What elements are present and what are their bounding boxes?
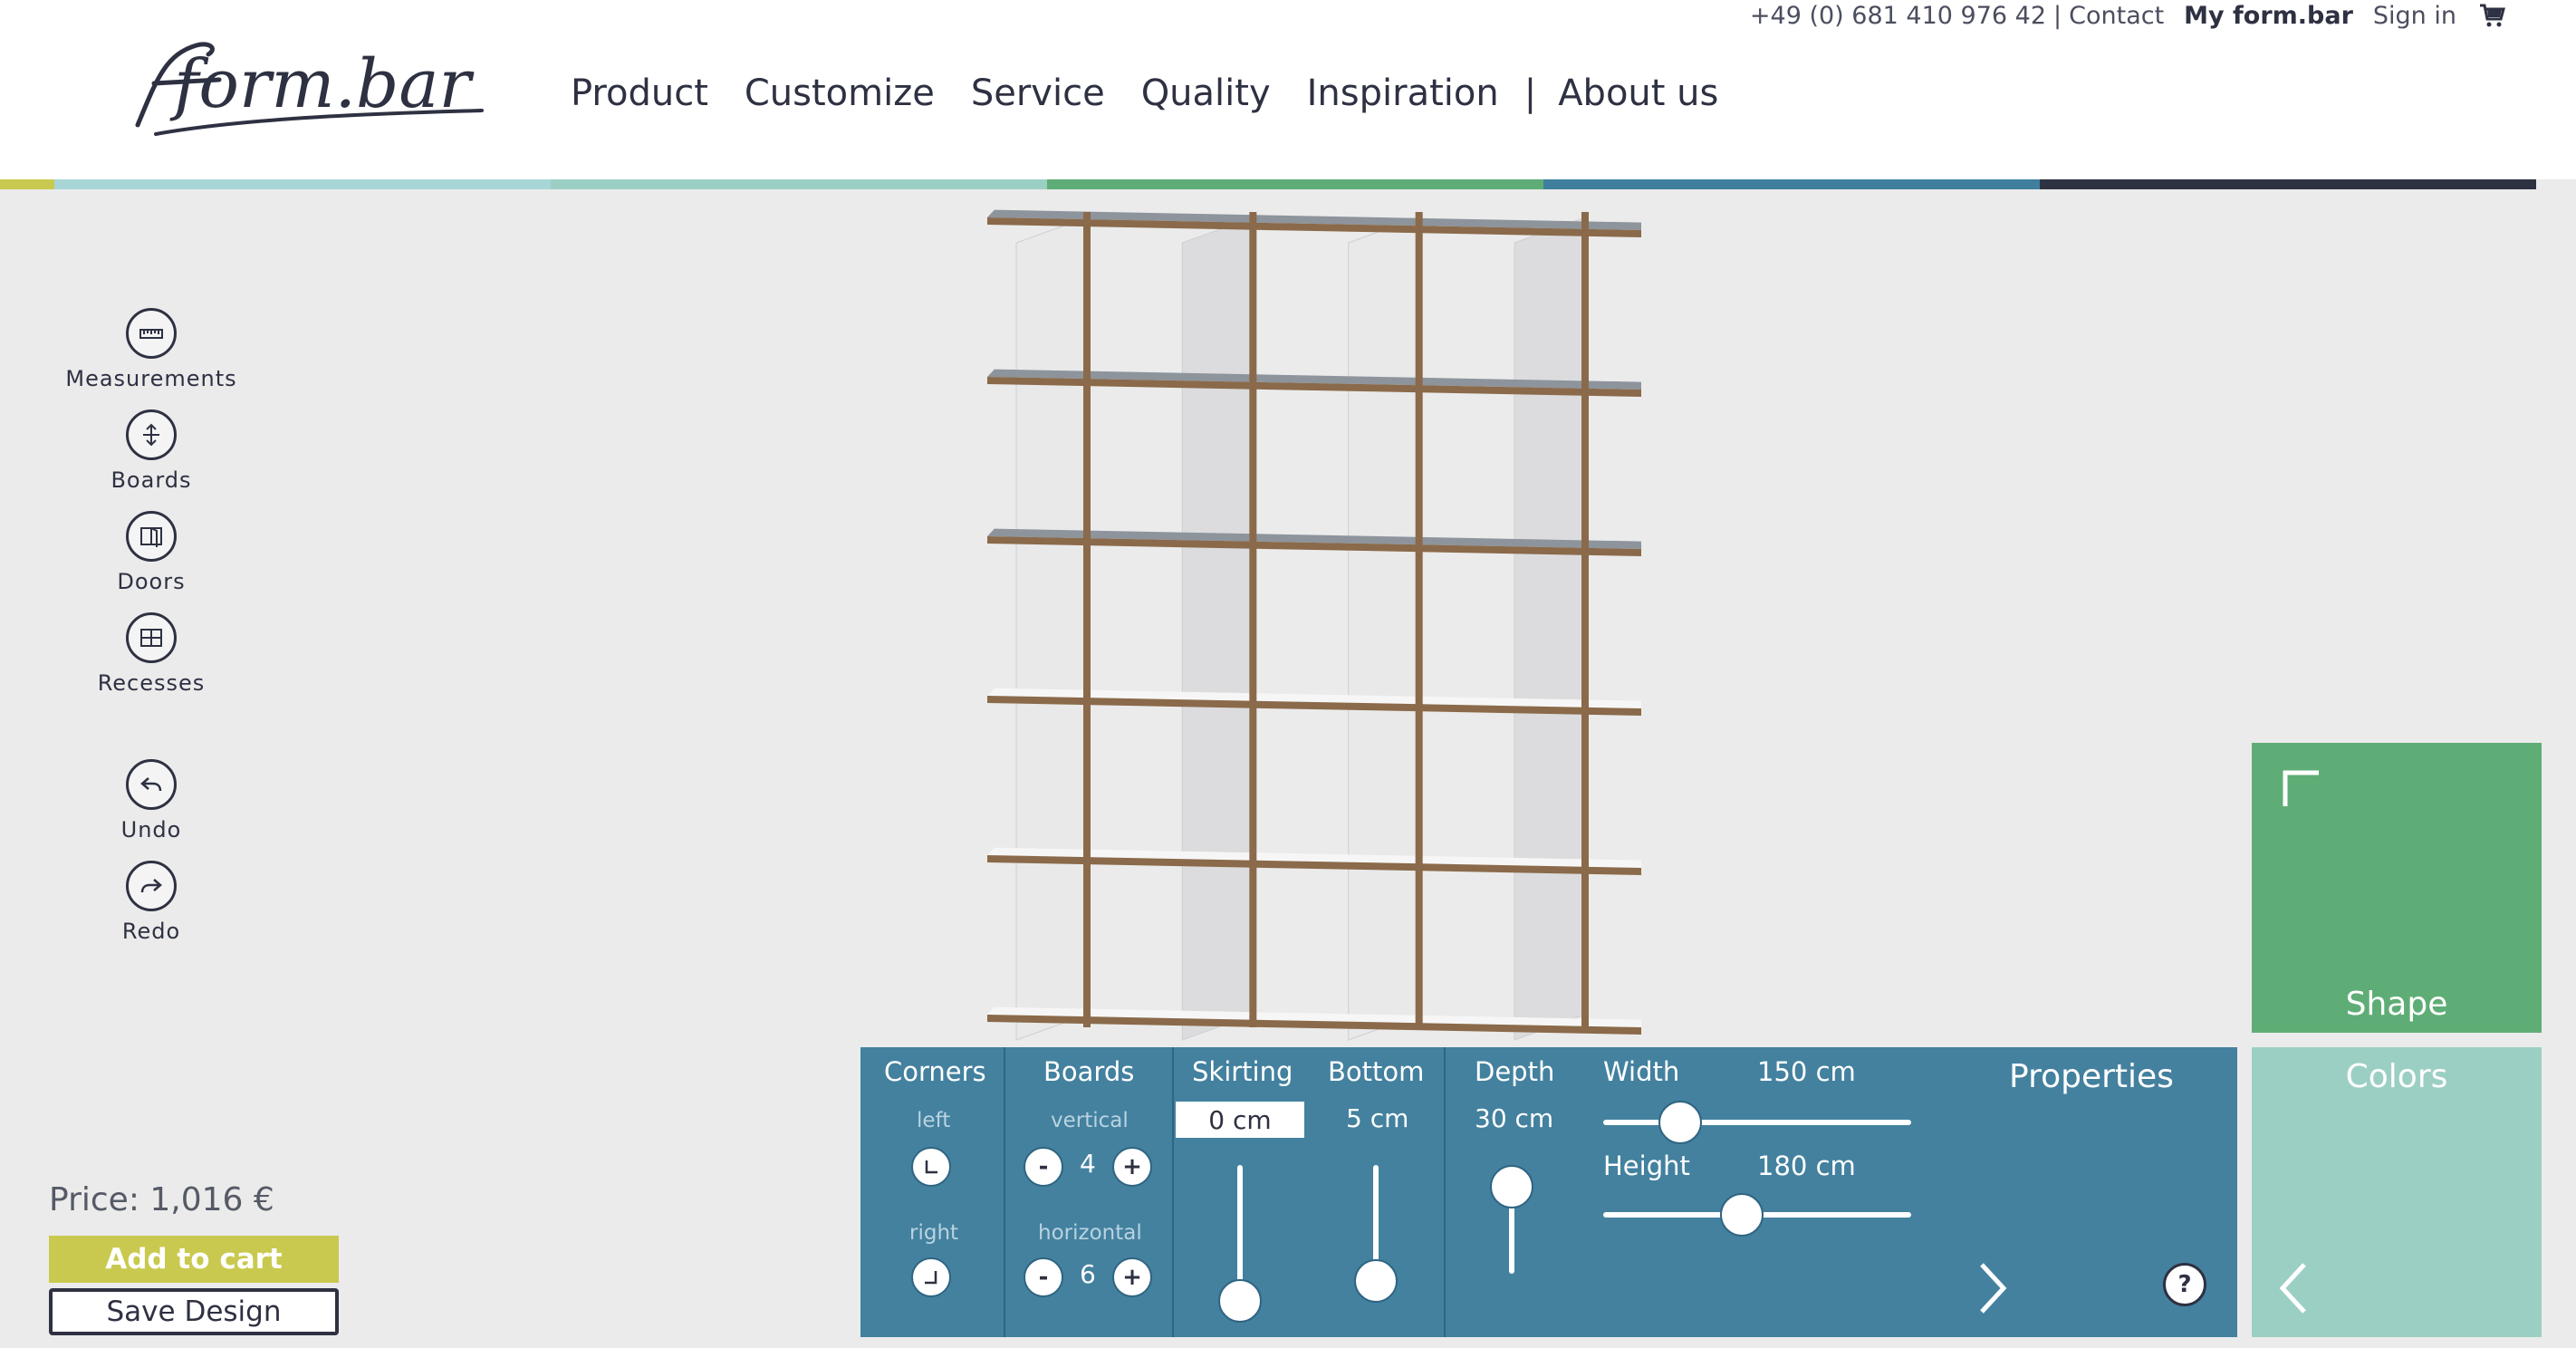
recesses-tool[interactable]: Recesses — [38, 612, 264, 696]
nav-inspiration[interactable]: Inspiration — [1307, 72, 1499, 114]
redo-label: Redo — [121, 919, 181, 944]
corner-right-icon — [925, 1271, 937, 1285]
vertical-board-edge — [1249, 212, 1257, 1027]
undo-tool[interactable]: Undo — [38, 759, 264, 842]
vertical-boards-count: 4 — [1080, 1149, 1096, 1179]
properties-title: Properties — [2009, 1058, 2174, 1095]
panel-divider — [1444, 1047, 1446, 1337]
vertical-minus-button[interactable]: - — [1024, 1147, 1063, 1187]
add-to-cart-button[interactable]: Add to cart — [49, 1236, 339, 1283]
depth-slider-handle[interactable] — [1490, 1165, 1533, 1208]
nav-service[interactable]: Service — [971, 72, 1105, 114]
nav-product[interactable]: Product — [571, 72, 708, 114]
sign-in-link[interactable]: Sign in — [2373, 2, 2456, 30]
shape-tab-label: Shape — [2345, 986, 2448, 1023]
chevron-right-icon[interactable] — [1976, 1261, 2009, 1315]
save-design-button[interactable]: Save Design — [49, 1288, 339, 1335]
boards-section: Boards vertical - 4 + horizontal - 6 + — [1005, 1047, 1174, 1337]
corner-left-icon — [925, 1160, 937, 1174]
measurements-tool[interactable]: Measurements — [38, 308, 264, 391]
width-title: Width — [1603, 1056, 1680, 1087]
nav-about-us[interactable]: About us — [1558, 72, 1718, 114]
corner-shape-icon — [2283, 770, 2319, 806]
nav-customize[interactable]: Customize — [745, 72, 935, 114]
stripe-segment — [0, 179, 54, 189]
corner-right-button[interactable] — [911, 1257, 951, 1297]
price-label: Price: 1,016 € — [49, 1181, 274, 1218]
skirting-title: Skirting — [1192, 1056, 1293, 1087]
colors-tab-label: Colors — [2345, 1058, 2448, 1095]
recess-grid-icon — [126, 612, 177, 663]
corners-section: Corners left right — [860, 1047, 1005, 1337]
shape-tab[interactable]: Shape — [2252, 743, 2542, 1033]
skirting-slider-handle[interactable] — [1218, 1279, 1262, 1323]
recesses-label: Recesses — [97, 670, 206, 696]
vertical-board-edge — [1581, 212, 1589, 1027]
formbar-logo[interactable]: form.bar — [111, 27, 491, 136]
stripe-segment — [54, 179, 551, 189]
width-slider-track[interactable] — [1603, 1120, 1911, 1125]
vertical-board-side — [1514, 217, 1586, 1041]
logo-text: form.bar — [169, 45, 475, 123]
colors-tab[interactable]: Colors — [2252, 1047, 2542, 1337]
corner-left-button[interactable] — [911, 1147, 951, 1187]
nav-separator: | — [1523, 72, 1537, 114]
vertical-board-side — [1348, 217, 1420, 1041]
undo-label: Undo — [120, 817, 182, 842]
corners-left-label: left — [917, 1109, 951, 1132]
bottom-value: 5 cm — [1346, 1103, 1409, 1133]
vertical-board-side — [1015, 217, 1088, 1041]
redo-icon — [126, 861, 177, 911]
depth-value: 30 cm — [1475, 1103, 1554, 1133]
chevron-left-icon[interactable] — [2277, 1261, 2310, 1315]
height-slider-handle[interactable] — [1720, 1193, 1764, 1237]
boards-tool[interactable]: Boards — [38, 409, 264, 493]
corners-right-label: right — [909, 1221, 959, 1245]
boards-vertical-label: vertical — [1051, 1109, 1129, 1132]
properties-panel: Corners left right Boards vertical - 4 +… — [860, 1047, 2237, 1337]
boards-title: Boards — [1043, 1056, 1135, 1087]
vertical-board-edge — [1415, 212, 1423, 1027]
bottom-title: Bottom — [1328, 1056, 1425, 1087]
height-value: 180 cm — [1757, 1151, 1856, 1181]
panel-divider — [1172, 1047, 1174, 1337]
boards-horizontal-label: horizontal — [1038, 1221, 1142, 1245]
shelf-3d-preview[interactable] — [960, 181, 1667, 1051]
my-formbar-link[interactable]: My form.bar — [2184, 2, 2353, 30]
topbar-separator: | — [2053, 1, 2062, 30]
depth-title: Depth — [1475, 1056, 1555, 1087]
corners-title: Corners — [884, 1056, 986, 1087]
vertical-plus-button[interactable]: + — [1112, 1147, 1152, 1187]
door-icon — [126, 511, 177, 562]
contact-link[interactable]: Contact — [2069, 2, 2164, 30]
doors-tool[interactable]: Doors — [38, 511, 264, 594]
cart-icon[interactable] — [2478, 3, 2505, 28]
width-value: 150 cm — [1757, 1056, 1856, 1087]
nav-quality[interactable]: Quality — [1141, 72, 1271, 114]
horizontal-plus-button[interactable]: + — [1112, 1257, 1152, 1297]
undo-icon — [126, 759, 177, 810]
boards-label: Boards — [111, 467, 192, 493]
vertical-arrows-icon — [126, 409, 177, 460]
ruler-icon — [126, 308, 177, 359]
skirting-input[interactable] — [1176, 1102, 1304, 1138]
phone-number[interactable]: +49 (0) 681 410 976 42 — [1750, 2, 2046, 30]
doors-label: Doors — [117, 569, 186, 594]
horizontal-minus-button[interactable]: - — [1024, 1257, 1063, 1297]
bottom-slider-handle[interactable] — [1354, 1258, 1398, 1303]
vertical-board-side — [1181, 217, 1254, 1041]
main-navigation: Product Customize Service Quality Inspir… — [571, 72, 1754, 114]
stripe-segment — [2040, 179, 2536, 189]
help-button[interactable]: ? — [2163, 1263, 2206, 1306]
width-slider-handle[interactable] — [1658, 1101, 1702, 1144]
vertical-board-edge — [1083, 212, 1091, 1027]
site-header: form.bar +49 (0) 681 410 976 42 | Contac… — [0, 0, 2576, 179]
horizontal-boards-count: 6 — [1080, 1259, 1096, 1289]
redo-tool[interactable]: Redo — [38, 861, 264, 944]
height-title: Height — [1603, 1151, 1690, 1181]
measurements-label: Measurements — [65, 366, 237, 391]
top-utility-bar: +49 (0) 681 410 976 42 | Contact My form… — [1750, 0, 2505, 31]
